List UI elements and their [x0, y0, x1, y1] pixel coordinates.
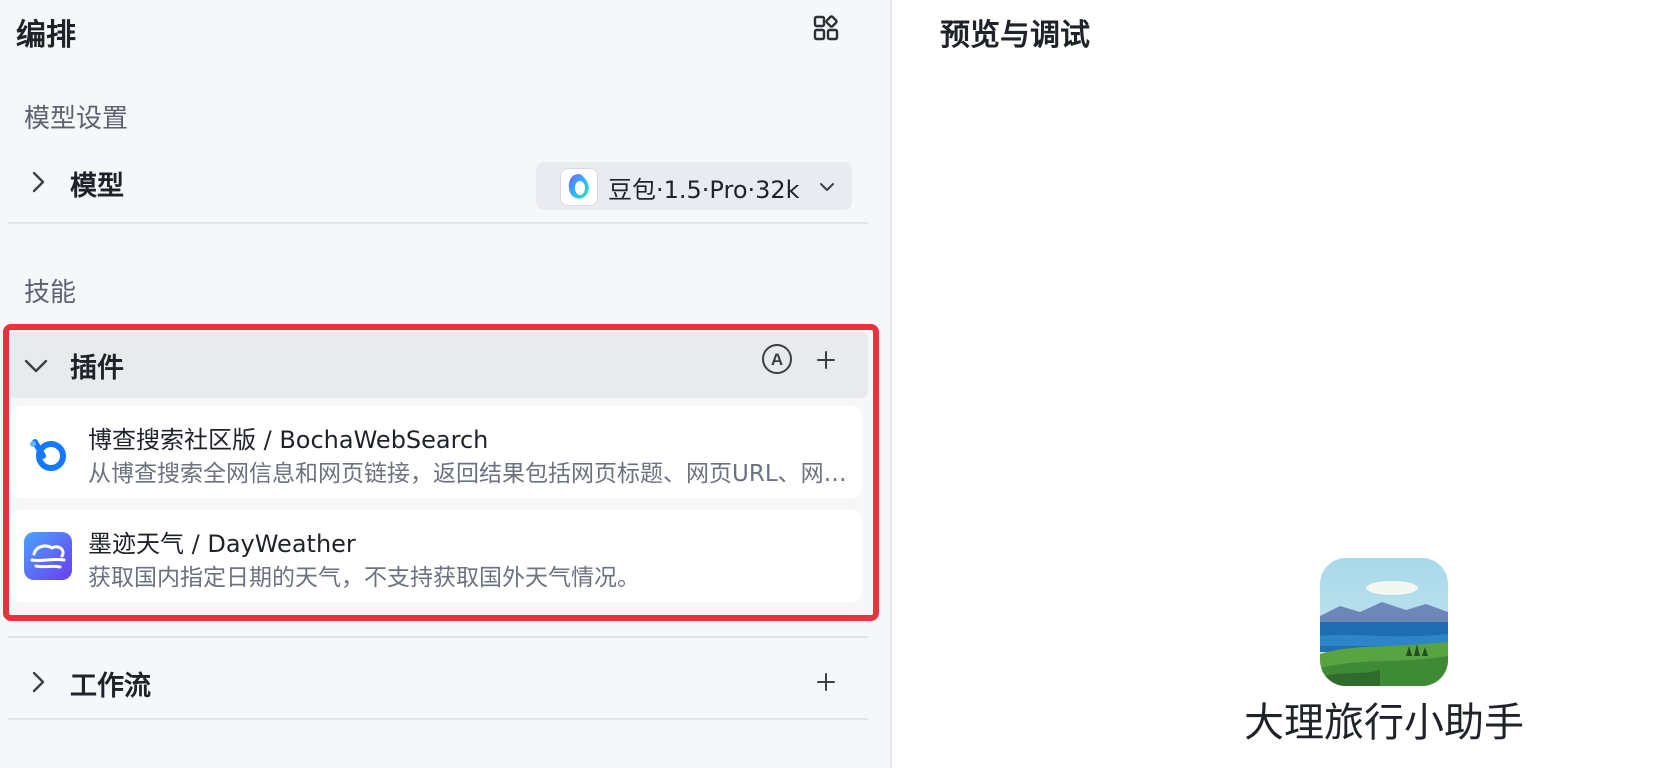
- bot-avatar: [1320, 558, 1448, 686]
- workflow-label: 工作流: [70, 671, 151, 702]
- chevron-down-icon: [820, 183, 834, 191]
- chevron-right-icon[interactable]: [24, 668, 52, 696]
- workflow-row[interactable]: 工作流: [8, 646, 868, 718]
- add-workflow-icon[interactable]: [814, 670, 838, 694]
- model-select-value: 豆包·1.5·Pro·32k: [608, 176, 800, 204]
- model-settings-label: 模型设置: [24, 104, 129, 134]
- orchestration-panel: 编排 模型设置 模型 豆包·1.5·Pro·32k 技能 插件 A 博查搜索社区…: [0, 0, 892, 768]
- model-select[interactable]: 豆包·1.5·Pro·32k: [536, 162, 852, 210]
- preview-debug-title: 预览与调试: [940, 18, 1090, 53]
- divider: [8, 222, 868, 224]
- skills-label: 技能: [24, 278, 77, 308]
- doubao-logo-icon: [560, 168, 598, 206]
- model-row-label: 模型: [70, 171, 124, 202]
- divider: [8, 718, 868, 720]
- highlight-annotation-box: [3, 324, 879, 621]
- layout-grid-icon[interactable]: [812, 14, 840, 42]
- bot-name: 大理旅行小助手: [1244, 700, 1524, 746]
- chevron-right-icon[interactable]: [24, 168, 52, 196]
- divider: [8, 636, 868, 638]
- panel-title: 编排: [16, 18, 76, 53]
